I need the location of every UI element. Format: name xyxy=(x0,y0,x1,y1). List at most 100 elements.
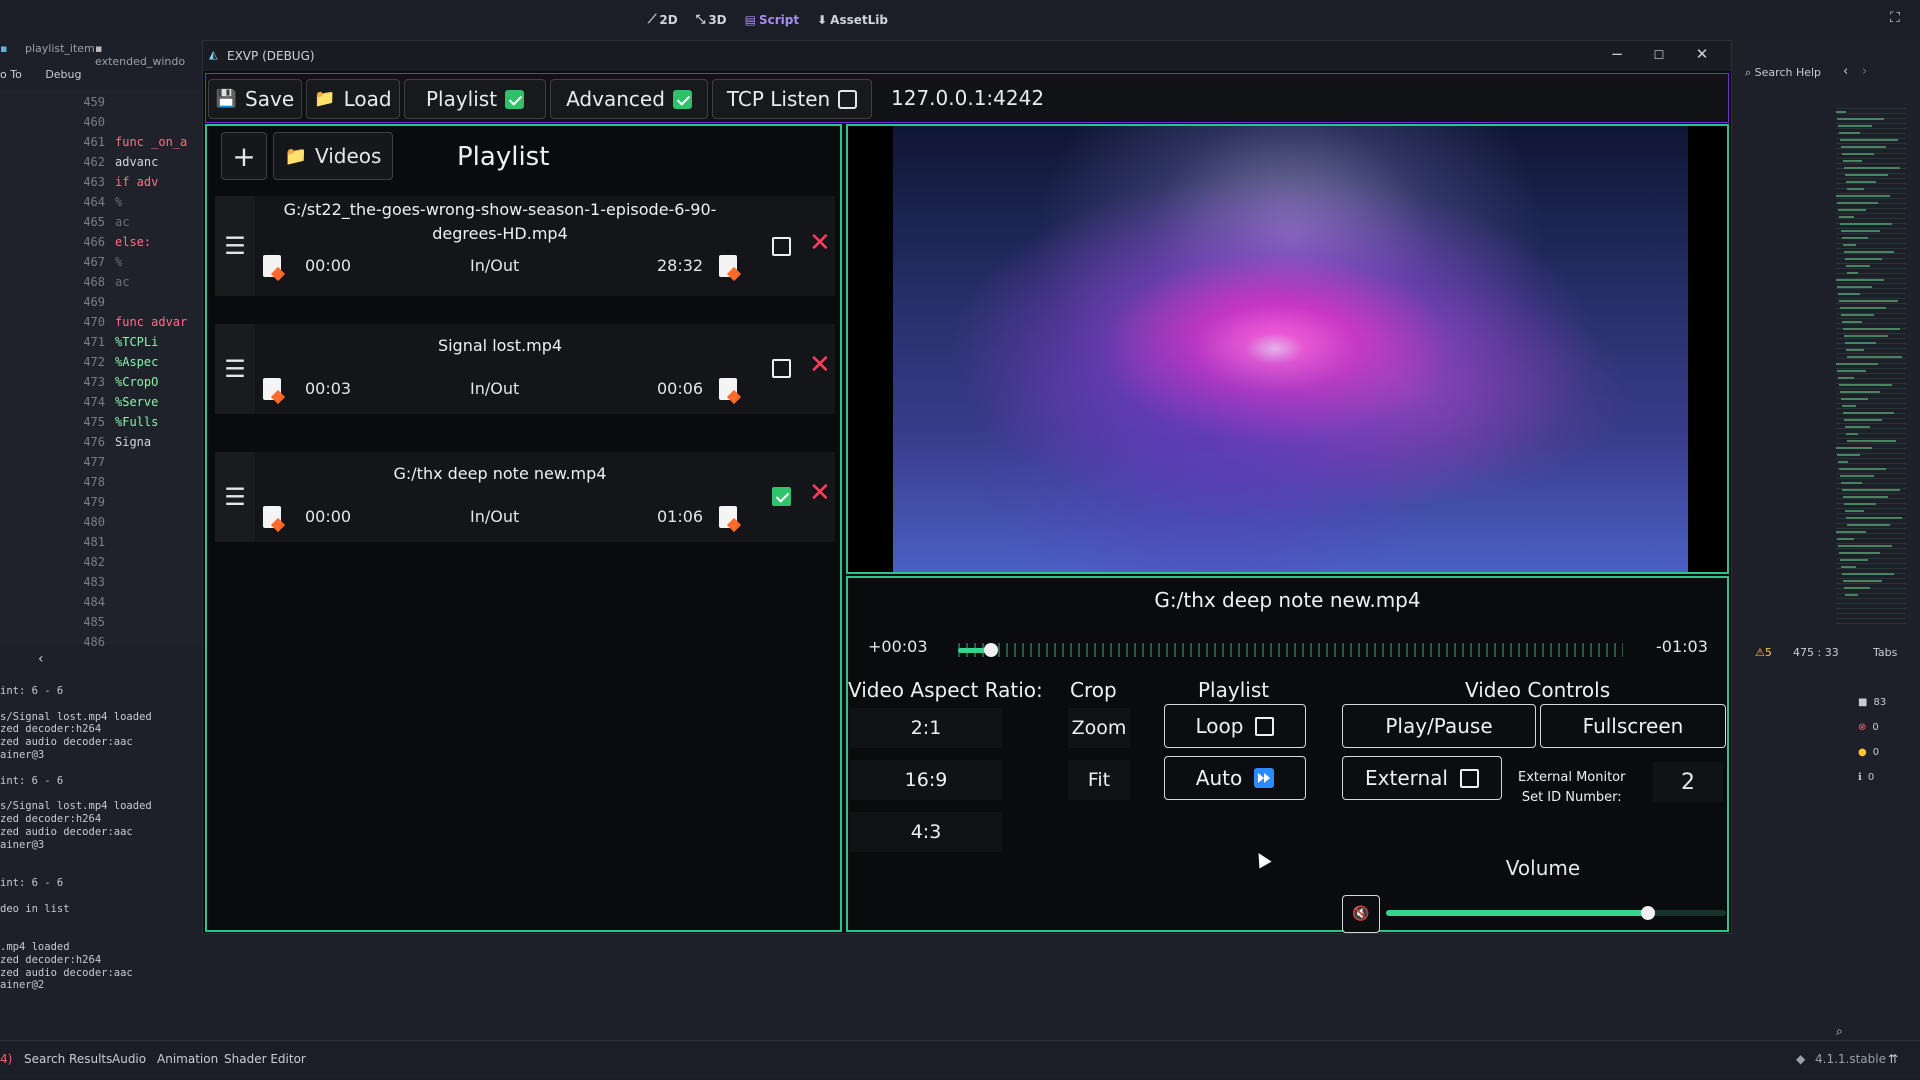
external-monitor-toggle[interactable]: External xyxy=(1342,756,1502,800)
script-tabs: ▪ playlist_item ▪ extended_windo xyxy=(0,40,205,68)
window-titlebar[interactable]: ◭ EXVP (DEBUG) − ☐ ✕ xyxy=(203,41,1731,71)
close-button[interactable]: ✕ xyxy=(1692,45,1712,63)
out-time: 28:32 xyxy=(657,256,704,275)
aspect-2-1-button[interactable]: 2:1 xyxy=(850,708,1002,748)
set-in-point-icon[interactable] xyxy=(263,255,281,277)
3d-icon: ⤡ xyxy=(695,12,706,26)
minimap-line xyxy=(1838,461,1848,463)
tcp-listen-checkbox[interactable] xyxy=(838,89,858,109)
load-button[interactable]: 📁 Load xyxy=(306,79,400,119)
bottom-tab-search-results[interactable]: Search Results xyxy=(24,1052,112,1066)
auto-advance-toggle[interactable]: Auto xyxy=(1164,756,1306,800)
videos-folder-button[interactable]: 📁 Videos xyxy=(273,132,393,180)
playlist-item[interactable]: ☰ G:/st22_the-goes-wrong-show-season-1-e… xyxy=(215,196,835,296)
item-checkbox[interactable] xyxy=(772,359,791,378)
line-number: 485 xyxy=(83,615,105,629)
line-number: 462 xyxy=(83,155,105,169)
seek-bar[interactable] xyxy=(958,643,1623,657)
bottom-tab-audio[interactable]: Audio xyxy=(112,1052,146,1066)
loop-toggle[interactable]: Loop xyxy=(1164,704,1306,748)
external-id-input[interactable]: 2 xyxy=(1653,762,1723,802)
bottom-tab-shader-editor[interactable]: Shader Editor xyxy=(224,1052,306,1066)
set-in-point-icon[interactable] xyxy=(263,506,281,528)
line-number: 486 xyxy=(83,635,105,649)
minimap-line xyxy=(1843,496,1888,498)
minimap-line xyxy=(1842,489,1900,491)
set-in-point-icon[interactable] xyxy=(263,378,281,400)
menu-debug[interactable]: Debug xyxy=(45,68,81,81)
play-pause-button[interactable]: Play/Pause xyxy=(1342,704,1536,748)
playlist-item[interactable]: ☰ G:/thx deep note new.mp4 00:00 In/Out … xyxy=(215,452,835,542)
workspace-3d[interactable]: ⤡ 3D xyxy=(696,12,727,27)
drag-handle-icon[interactable]: ☰ xyxy=(215,196,255,296)
crop-fit-button[interactable]: Fit xyxy=(1068,760,1130,800)
save-icon: 💾 xyxy=(215,89,238,109)
maximize-button[interactable]: ☐ xyxy=(1649,48,1669,62)
in-out-label: In/Out xyxy=(470,256,520,275)
workspace-assetlib[interactable]: ⬇ AssetLib xyxy=(817,12,888,27)
mute-speaker-icon[interactable]: 🔇 xyxy=(1342,895,1380,933)
loop-checkbox[interactable] xyxy=(1255,716,1275,736)
item-checkbox[interactable] xyxy=(772,237,791,256)
warning-count[interactable]: ⚠5 xyxy=(1755,646,1772,659)
bottom-tab-output[interactable]: 4) xyxy=(0,1052,12,1066)
minimap-line xyxy=(1846,349,1864,351)
playlist-item[interactable]: ☰ Signal lost.mp4 00:03 In/Out 00:06 ✕ xyxy=(215,324,835,414)
add-video-button[interactable]: + xyxy=(221,132,267,180)
minimize-button[interactable]: − xyxy=(1607,45,1627,63)
filter-search-icon[interactable]: ⌕ xyxy=(1836,1024,1843,1039)
drag-handle-icon[interactable]: ☰ xyxy=(215,324,255,414)
aspect-16-9-button[interactable]: 16:9 xyxy=(850,760,1002,800)
bottom-tab-animation[interactable]: Animation xyxy=(157,1052,218,1066)
crop-zoom-button[interactable]: Zoom xyxy=(1068,708,1130,748)
code-line: %Aspec xyxy=(115,355,159,369)
delete-item-icon[interactable]: ✕ xyxy=(809,478,831,508)
external-checkbox[interactable] xyxy=(1459,768,1479,788)
seek-handle[interactable] xyxy=(984,643,999,657)
code-minimap[interactable] xyxy=(1836,108,1906,628)
code-text[interactable]: func _on_a advanc if adv % ac else: % ac… xyxy=(115,92,187,472)
save-button[interactable]: 💾 Save xyxy=(208,79,302,119)
distraction-free-icon[interactable]: ⛶ xyxy=(1890,10,1900,26)
line-number: 468 xyxy=(83,275,105,289)
set-out-point-icon[interactable] xyxy=(719,378,737,400)
advanced-toggle[interactable]: Advanced xyxy=(550,79,708,119)
workspace-2d[interactable]: ⟋ 2D xyxy=(648,12,678,27)
collapse-left-icon[interactable]: ‹ xyxy=(38,651,44,667)
script-tab-playlist-item[interactable]: ▪ playlist_item xyxy=(0,42,109,55)
playlist-item-times: 00:03 In/Out 00:06 xyxy=(255,374,745,404)
search-help-button[interactable]: ⌕ Search Help xyxy=(1745,66,1821,80)
minimap-line xyxy=(1837,454,1860,456)
workspace-script[interactable]: ▤ Script xyxy=(745,12,799,27)
playlist-toggle[interactable]: Playlist xyxy=(404,79,546,119)
player-controls-panel: G:/thx deep note new.mp4 +00:03 -01:03 V… xyxy=(846,576,1729,933)
minimap-line xyxy=(1844,587,1870,589)
line-number: 463 xyxy=(83,175,105,189)
item-checkbox[interactable] xyxy=(772,487,791,506)
volume-slider[interactable] xyxy=(1386,906,1726,920)
set-out-point-icon[interactable] xyxy=(719,255,737,277)
drag-handle-icon[interactable]: ☰ xyxy=(215,452,255,542)
video-frame[interactable] xyxy=(893,126,1688,572)
playlist-checkbox[interactable] xyxy=(505,89,525,109)
delete-item-icon[interactable]: ✕ xyxy=(809,228,831,258)
exvp-window: ◭ EXVP (DEBUG) − ☐ ✕ 💾 Save 📁 Load Playlis… xyxy=(202,40,1732,934)
minimap-line xyxy=(1837,286,1872,288)
advanced-checkbox[interactable] xyxy=(672,89,692,109)
set-out-point-icon[interactable] xyxy=(719,506,737,528)
volume-handle[interactable] xyxy=(1640,906,1655,920)
menu-goto[interactable]: o To xyxy=(0,68,22,81)
script-tab-extended-window[interactable]: ▪ extended_windo xyxy=(95,42,199,68)
indent-mode[interactable]: Tabs xyxy=(1873,646,1897,659)
delete-item-icon[interactable]: ✕ xyxy=(809,350,831,380)
line-number: 476 xyxy=(83,435,105,449)
nav-back-icon[interactable]: ‹ xyxy=(1843,64,1848,79)
nav-forward-icon[interactable]: › xyxy=(1862,64,1867,79)
aspect-4-3-button[interactable]: 4:3 xyxy=(850,812,1002,852)
tcp-listen-toggle[interactable]: TCP Listen xyxy=(712,79,872,119)
fullscreen-button[interactable]: Fullscreen xyxy=(1540,704,1726,748)
layout-icon[interactable]: ⇈ xyxy=(1888,1052,1898,1066)
minimap-line xyxy=(1836,531,1866,533)
